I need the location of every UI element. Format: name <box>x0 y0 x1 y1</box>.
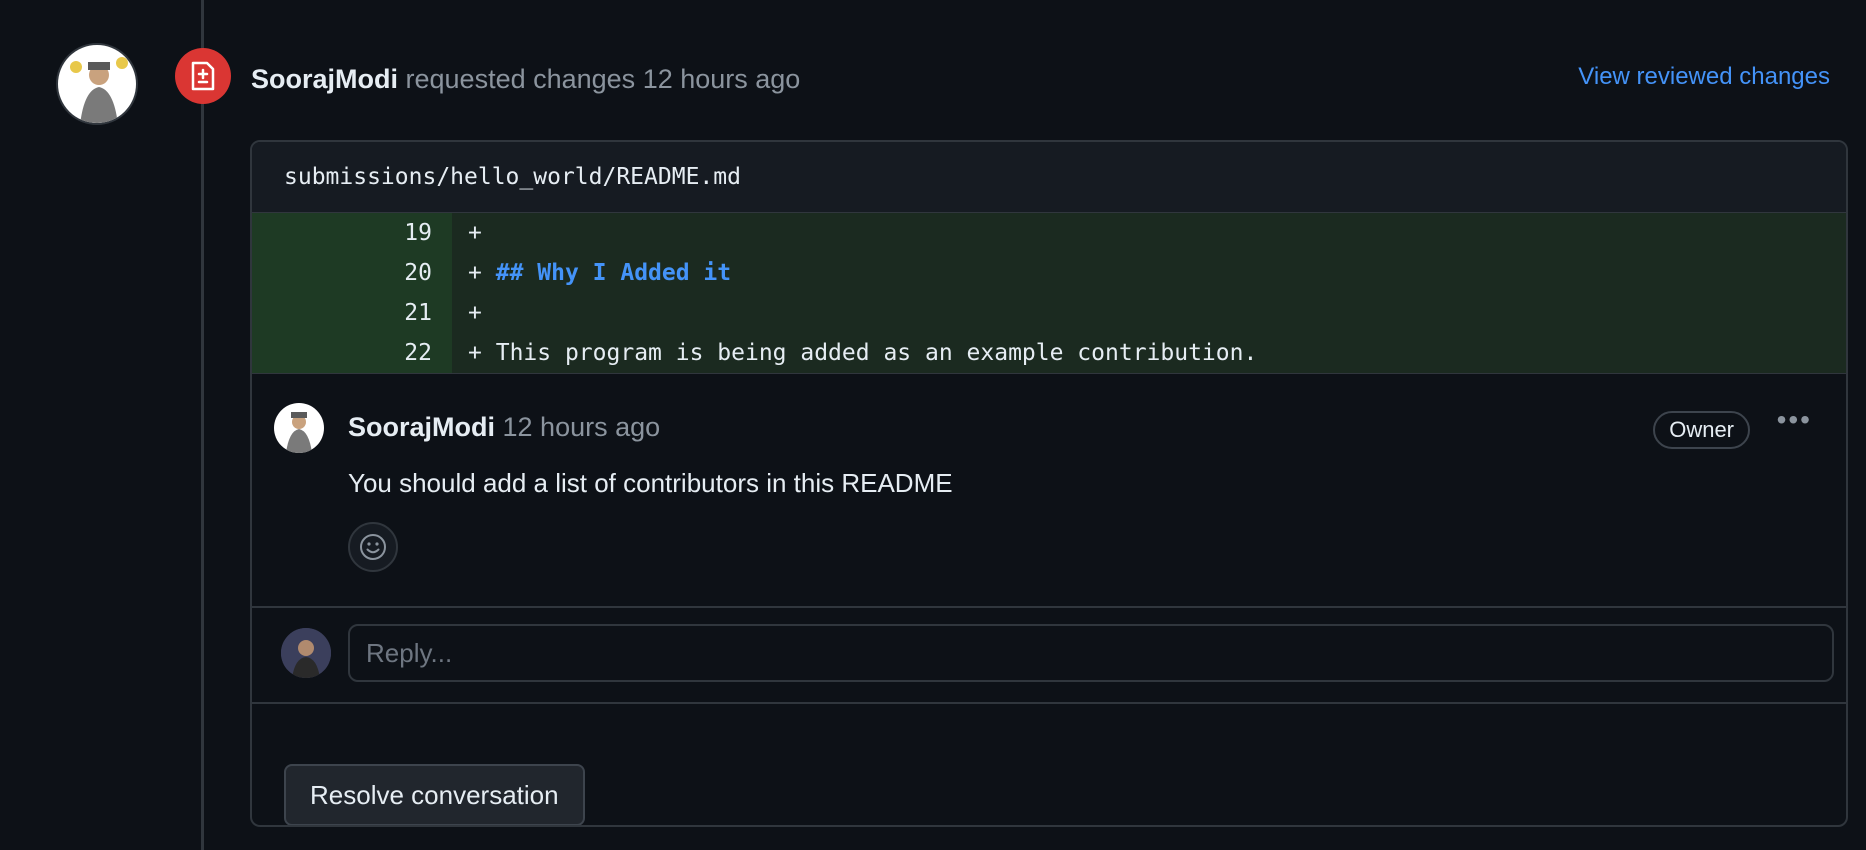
reviewer-avatar[interactable] <box>56 43 138 125</box>
diff-line: 22 + This program is being added as an e… <box>252 333 1846 373</box>
comment-header: SoorajModi 12 hours ago <box>348 412 660 443</box>
review-thread-card: submissions/hello_world/README.md 19 + 2… <box>250 140 1848 827</box>
diff-prefix: + <box>468 260 482 286</box>
kebab-horizontal-icon[interactable]: ••• <box>1777 404 1812 436</box>
resolve-conversation-button[interactable]: Resolve conversation <box>284 764 585 825</box>
comment-body: You should add a list of contributors in… <box>348 468 953 498</box>
comment-time[interactable]: 12 hours ago <box>503 412 661 442</box>
view-reviewed-changes-link[interactable]: View reviewed changes <box>1578 63 1830 91</box>
smiley-icon[interactable] <box>348 522 398 572</box>
diff-prefix: + <box>468 340 482 366</box>
diff-prefix: + <box>468 300 482 326</box>
owner-badge: Owner <box>1653 411 1750 449</box>
timeline-line <box>201 0 204 850</box>
file-path-header[interactable]: submissions/hello_world/README.md <box>252 142 1846 213</box>
line-code: + This program is being added as an exam… <box>452 333 1846 373</box>
current-user-avatar[interactable] <box>281 628 331 678</box>
reply-box <box>252 606 1846 704</box>
file-path[interactable]: submissions/hello_world/README.md <box>284 164 741 190</box>
review-author-link[interactable]: SoorajModi <box>251 64 398 94</box>
diff-prefix: + <box>468 220 482 246</box>
review-comment: SoorajModi 12 hours ago Owner ••• You sh… <box>252 373 1846 606</box>
diff-line: 21 + <box>252 293 1846 333</box>
line-code: + <box>452 213 1846 253</box>
reply-input[interactable] <box>348 624 1834 682</box>
line-code: + <box>452 293 1846 333</box>
line-code: + ## Why I Added it <box>452 253 1846 293</box>
comment-author-avatar[interactable] <box>274 403 324 453</box>
line-number: 21 <box>252 293 452 333</box>
diff-line: 20 + ## Why I Added it <box>252 253 1846 293</box>
line-number: 19 <box>252 213 452 253</box>
line-number: 20 <box>252 253 452 293</box>
comment-author-link[interactable]: SoorajModi <box>348 412 495 442</box>
line-text-heading: ## Why I Added it <box>495 260 732 286</box>
file-diff-icon <box>175 48 231 104</box>
review-header: SoorajModi requested changes 12 hours ag… <box>251 62 800 96</box>
diff-line: 19 + <box>252 213 1846 253</box>
line-number: 22 <box>252 333 452 373</box>
line-text: This program is being added as an exampl… <box>495 340 1258 366</box>
review-time[interactable]: 12 hours ago <box>643 64 801 94</box>
review-action: requested changes <box>405 64 636 94</box>
